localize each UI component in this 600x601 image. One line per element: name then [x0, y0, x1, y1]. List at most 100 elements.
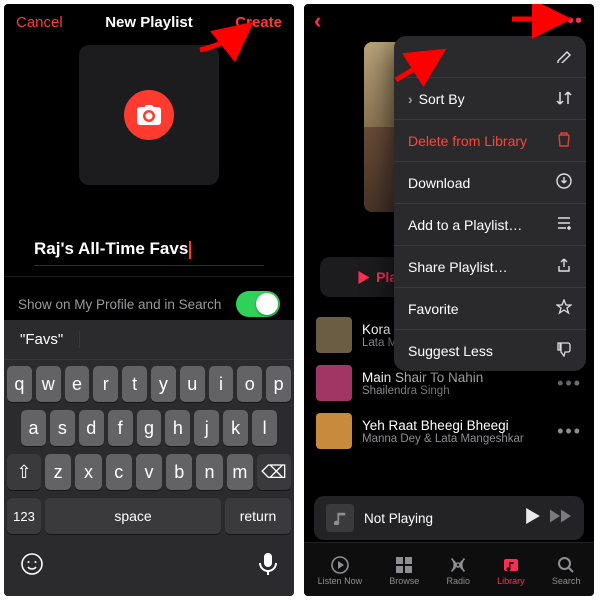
now-playing-art	[326, 504, 354, 532]
tab-listen-now[interactable]: Listen Now	[318, 556, 363, 586]
back-button[interactable]: ‹	[314, 10, 321, 32]
key-e[interactable]: e	[65, 366, 90, 402]
menu-label: Share Playlist…	[408, 259, 508, 275]
star-icon	[556, 299, 572, 318]
key-p[interactable]: p	[266, 366, 291, 402]
screen-new-playlist: Cancel New Playlist Create Raj's All-Tim…	[4, 4, 294, 596]
key-c[interactable]: c	[106, 454, 132, 490]
key-k[interactable]: k	[223, 410, 248, 446]
track-art	[316, 413, 352, 449]
track-art	[316, 365, 352, 401]
text-cursor	[189, 241, 191, 259]
tab-label: Search	[552, 576, 581, 586]
key-z[interactable]: z	[45, 454, 71, 490]
keyboard: "Favs" qwertyuiop asdfghjkl ⇧zxcvbnm⌫ 12…	[4, 320, 294, 596]
menu-label: Suggest Less	[408, 343, 493, 359]
key-v[interactable]: v	[136, 454, 162, 490]
playlist-name-text: Raj's All-Time Favs	[34, 239, 188, 258]
track-more-button[interactable]: •••	[557, 421, 582, 442]
context-menu: Edit ›Sort By Delete from Library Downlo…	[394, 36, 586, 371]
show-on-profile-label: Show on My Profile and in Search	[18, 297, 221, 312]
menu-label: Favorite	[408, 301, 459, 317]
track-more-button[interactable]: •••	[557, 373, 582, 394]
key-u[interactable]: u	[180, 366, 205, 402]
menu-label: Sort By	[419, 91, 465, 107]
menu-label: Edit	[408, 49, 432, 65]
nav-bar: ‹ •••	[304, 4, 594, 38]
track-art	[316, 317, 352, 353]
tab-browse[interactable]: Browse	[389, 556, 419, 586]
screen-playlist-detail: ‹ ••• Ra Play Shuffle Kora Kagaz Tha Yeh…	[304, 4, 594, 596]
list-icon	[556, 215, 572, 234]
play-icon[interactable]	[526, 508, 540, 529]
menu-label: Add to a Playlist…	[408, 217, 522, 233]
download-icon	[556, 173, 572, 192]
show-on-profile-toggle[interactable]	[236, 291, 280, 317]
key-i[interactable]: i	[209, 366, 234, 402]
key-j[interactable]: j	[194, 410, 219, 446]
cover-art-placeholder[interactable]	[79, 45, 219, 185]
menu-sort-by[interactable]: ›Sort By	[394, 78, 586, 120]
key-d[interactable]: d	[79, 410, 104, 446]
key-s[interactable]: s	[50, 410, 75, 446]
key-q[interactable]: q	[7, 366, 32, 402]
tab-label: Radio	[446, 576, 470, 586]
menu-suggest-less[interactable]: Suggest Less	[394, 330, 586, 371]
key-g[interactable]: g	[137, 410, 162, 446]
emoji-key[interactable]	[20, 552, 44, 582]
suggestion-bar[interactable]: "Favs"	[4, 320, 294, 360]
key-h[interactable]: h	[165, 410, 190, 446]
key-return[interactable]: return	[225, 498, 291, 534]
share-icon	[556, 257, 572, 276]
mic-key[interactable]	[258, 552, 278, 582]
menu-edit[interactable]: Edit	[394, 36, 586, 78]
key-b[interactable]: b	[166, 454, 192, 490]
more-options-button[interactable]: •••	[560, 10, 582, 32]
key-numbers[interactable]: 123	[7, 498, 41, 534]
menu-label: Download	[408, 175, 470, 191]
pencil-icon	[556, 47, 572, 66]
key-r[interactable]: r	[93, 366, 118, 402]
key-f[interactable]: f	[108, 410, 133, 446]
menu-favorite[interactable]: Favorite	[394, 288, 586, 330]
forward-icon[interactable]	[550, 509, 572, 528]
key-t[interactable]: t	[122, 366, 147, 402]
key-n[interactable]: n	[196, 454, 222, 490]
create-button[interactable]: Create	[235, 14, 282, 31]
key-m[interactable]: m	[227, 454, 253, 490]
track-row[interactable]: Yeh Raat Bheegi Bheegi Manna Dey & Lata …	[316, 407, 582, 455]
tab-radio[interactable]: Radio	[446, 556, 470, 586]
key-space[interactable]: space	[45, 498, 221, 534]
tab-label: Library	[497, 576, 525, 586]
playlist-name-field[interactable]: Raj's All-Time Favs	[34, 235, 264, 266]
track-artist: Manna Dey & Lata Mangeshkar	[362, 433, 547, 445]
now-playing-bar[interactable]: Not Playing	[314, 496, 584, 540]
key-⇧[interactable]: ⇧	[7, 454, 41, 490]
cancel-button[interactable]: Cancel	[16, 14, 63, 31]
tab-label: Browse	[389, 576, 419, 586]
now-playing-label: Not Playing	[364, 511, 516, 526]
tab-search[interactable]: Search	[552, 556, 581, 586]
key-a[interactable]: a	[21, 410, 46, 446]
menu-download[interactable]: Download	[394, 162, 586, 204]
menu-label: Delete from Library	[408, 133, 527, 149]
camera-icon	[124, 90, 174, 140]
menu-delete-from-library[interactable]: Delete from Library	[394, 120, 586, 162]
key-x[interactable]: x	[75, 454, 101, 490]
thumbdown-icon	[556, 341, 572, 360]
key-y[interactable]: y	[151, 366, 176, 402]
menu-add-to-a-playlist[interactable]: Add to a Playlist…	[394, 204, 586, 246]
track-title: Yeh Raat Bheegi Bheegi	[362, 418, 547, 433]
tab-label: Listen Now	[318, 576, 363, 586]
key-l[interactable]: l	[252, 410, 277, 446]
track-title: Main Shair To Nahin	[362, 370, 547, 385]
key-⌫[interactable]: ⌫	[257, 454, 291, 490]
sort-icon	[556, 89, 572, 108]
key-o[interactable]: o	[237, 366, 262, 402]
tab-library[interactable]: Library	[497, 556, 525, 586]
tab-bar: Listen Now Browse Radio Library Search	[304, 542, 594, 596]
trash-icon	[556, 131, 572, 150]
suggestion[interactable]: "Favs"	[4, 331, 80, 348]
menu-share-playlist[interactable]: Share Playlist…	[394, 246, 586, 288]
key-w[interactable]: w	[36, 366, 61, 402]
